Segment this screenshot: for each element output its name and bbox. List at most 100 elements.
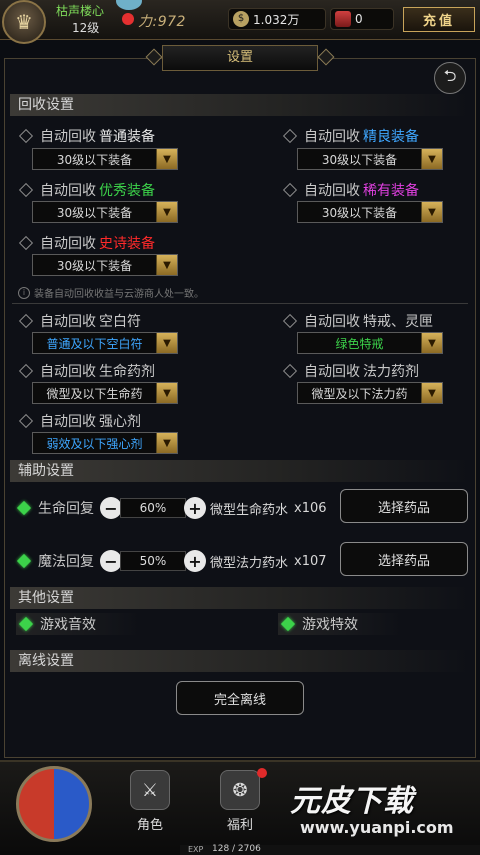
recycle-equip-excellent[interactable]: 自动回收 优秀装备 [18,180,155,200]
select-value: 绿色特戒 [335,336,384,351]
checkbox-diamond-icon[interactable] [282,363,298,379]
gem-diamond-icon[interactable] [16,500,32,516]
select-value: 30级以下装备 [56,258,133,273]
recycle-excellent-select[interactable]: 30级以下装备 ▼ [32,201,178,223]
checkbox-diamond-icon[interactable] [282,182,298,198]
dropdown-arrow-icon[interactable]: ▼ [156,255,177,275]
checkbox-diamond-icon[interactable] [18,413,34,429]
option-kind: 稀有装备 [363,183,419,199]
recycle-common-select[interactable]: 30级以下装备 ▼ [32,148,178,170]
select-value: 普通及以下空白符 [46,336,143,351]
minus-icon[interactable]: − [100,497,122,519]
dropdown-arrow-icon[interactable]: ▼ [156,149,177,169]
checkbox-diamond-icon[interactable] [282,128,298,144]
recycle-heart-tonic[interactable]: 自动回收 强心剂 [18,411,141,431]
aux-section-header: 辅助设置 [10,460,470,482]
top-bar: ♛ 枯声楼心 12级 力:972 $ 1.032万 0 充值 [0,0,480,44]
dropdown-arrow-icon[interactable]: ▼ [156,202,177,222]
recycle-mp-potion[interactable]: 自动回收 法力药剂 [282,361,419,381]
note-text: 装备自动回收收益与云游商人处一致。 [34,289,204,300]
notification-badge [257,768,267,778]
select-value: 30级以下装备 [56,152,133,167]
recycle-equip-rare[interactable]: 自动回收 稀有装备 [282,180,419,200]
coin-icon: $ [233,11,249,27]
recycle-note: i 装备自动回收收益与云游商人处一致。 [18,285,204,300]
game-sound-toggle[interactable]: 游戏音效 [16,613,140,635]
plus-icon[interactable]: + [184,497,206,519]
recycle-hp-potion[interactable]: 自动回收 生命药剂 [18,361,155,381]
recycle-ring-select[interactable]: 绿色特戒 ▼ [297,332,443,354]
recycle-fine-select[interactable]: 30级以下装备 ▼ [297,148,443,170]
option-prefix: 自动回收 [40,183,96,199]
option-kind: 优秀装备 [99,183,155,199]
gem-diamond-icon [18,616,34,632]
player-name: 枯声楼心 [56,4,105,18]
select-hp-potion-button[interactable]: 选择药品 [340,489,468,523]
page-title: 设置 [162,45,318,71]
nav-role[interactable]: ⚔ 角色 [120,770,180,833]
offline-section-header: 离线设置 [10,650,470,672]
dropdown-arrow-icon[interactable]: ▼ [156,333,177,353]
recycle-rare-select[interactable]: 30级以下装备 ▼ [297,201,443,223]
recycle-equip-common[interactable]: 自动回收 普通装备 [18,126,155,146]
dropdown-arrow-icon[interactable]: ▼ [421,383,442,403]
minus-icon[interactable]: − [100,550,122,572]
hp-potion-name: 微型生命药水 [210,502,289,518]
game-effects-label: 游戏特效 [302,617,358,633]
option-kind: 生命药剂 [99,364,155,380]
nav-welfare[interactable]: ❂ 福利 [210,770,270,833]
game-effects-toggle[interactable]: 游戏特效 [278,613,402,635]
recycle-equip-fine[interactable]: 自动回收 精良装备 [282,126,419,146]
recharge-button[interactable]: 充值 [403,7,475,32]
option-kind: 精良装备 [363,129,419,145]
power-icon [122,13,134,25]
recycle-hp-select[interactable]: 微型及以下生命药 ▼ [32,382,178,404]
dropdown-arrow-icon[interactable]: ▼ [156,383,177,403]
option-prefix: 自动回收 [304,314,360,330]
panel-title-bar: 设置 [145,45,335,71]
option-kind: 强心剂 [99,414,141,430]
pet-icon [116,0,142,10]
nav-welfare-label: 福利 [226,818,253,833]
gem-diamond-icon[interactable] [16,553,32,569]
dropdown-arrow-icon[interactable]: ▼ [421,202,442,222]
hp-recovery-row: 生命回复 − 60% + 微型生命药水 x106 [14,493,327,523]
dropdown-arrow-icon[interactable]: ▼ [421,333,442,353]
option-kind: 法力药剂 [363,364,419,380]
select-value: 微型及以下生命药 [46,386,143,401]
option-prefix: 自动回收 [40,129,96,145]
checkbox-diamond-icon[interactable] [282,313,298,329]
dropdown-arrow-icon[interactable]: ▼ [421,149,442,169]
other-section-header: 其他设置 [10,587,470,609]
hp-threshold-value[interactable]: 60% [120,498,186,518]
recycle-blank-talisman[interactable]: 自动回收 空白符 [18,311,141,331]
dropdown-arrow-icon[interactable]: ▼ [156,433,177,453]
select-mp-potion-button[interactable]: 选择药品 [340,542,468,576]
combat-power: 力:972 [138,14,186,30]
checkbox-diamond-icon[interactable] [18,363,34,379]
option-prefix: 自动回收 [304,129,360,145]
divider [12,303,468,304]
checkbox-diamond-icon[interactable] [18,313,34,329]
money-bag-icon: ❂ [220,770,260,810]
recycle-mp-select[interactable]: 微型及以下法力药 ▼ [297,382,443,404]
mp-threshold-value[interactable]: 50% [120,551,186,571]
checkbox-diamond-icon[interactable] [18,235,34,251]
checkbox-diamond-icon[interactable] [18,128,34,144]
game-sound-label: 游戏音效 [40,617,96,633]
plus-icon[interactable]: + [184,550,206,572]
info-icon: i [18,286,30,299]
watermark-url: www.yuanpi.com [300,818,454,837]
select-value: 微型及以下法力药 [311,386,408,401]
full-offline-button[interactable]: 完全离线 [176,681,304,715]
recycle-tonic-select[interactable]: 弱效及以下强心剂 ▼ [32,432,178,454]
recycle-special-ring[interactable]: 自动回收 特戒、灵匣 [282,311,433,331]
recycle-epic-select[interactable]: 30级以下装备 ▼ [32,254,178,276]
recycle-section-header: 回收设置 [10,94,470,116]
back-button[interactable]: ⮌ [434,62,466,94]
option-kind: 空白符 [99,314,141,330]
recycle-equip-epic[interactable]: 自动回收 史诗装备 [18,233,155,253]
player-avatar[interactable]: ♛ [2,0,46,44]
recycle-blank-select[interactable]: 普通及以下空白符 ▼ [32,332,178,354]
checkbox-diamond-icon[interactable] [18,182,34,198]
